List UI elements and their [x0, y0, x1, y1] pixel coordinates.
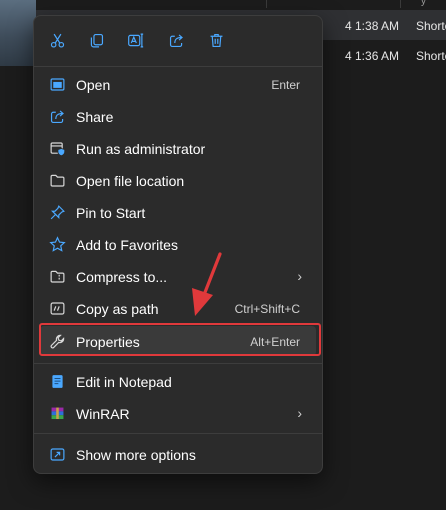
copy-button[interactable] — [82, 26, 110, 54]
menu-item-edit-in-notepad[interactable]: Edit in Notepad — [40, 366, 316, 396]
open-window-icon — [48, 75, 66, 93]
menu-separator — [34, 363, 322, 364]
file-date: 4 1:36 AM — [345, 49, 400, 63]
column-divider — [266, 0, 267, 8]
chevron-right-icon: › — [297, 405, 302, 421]
column-header-fragment: y — [421, 0, 426, 7]
annotation-arrow-icon — [192, 252, 222, 316]
context-menu-toolbar — [34, 16, 322, 66]
menu-item-label: Share — [76, 109, 114, 125]
file-thumbnail — [0, 0, 36, 66]
file-type: Shorte — [416, 49, 446, 63]
annotation-highlight-box — [39, 323, 321, 356]
chevron-right-icon: › — [297, 268, 302, 284]
copy-path-icon — [48, 299, 66, 317]
menu-item-share[interactable]: Share — [40, 101, 316, 131]
menu-item-label: WinRAR — [76, 406, 130, 422]
winrar-icon — [48, 404, 66, 422]
share-icon — [48, 107, 66, 125]
menu-separator — [34, 66, 322, 67]
menu-item-label: Edit in Notepad — [76, 374, 172, 390]
share-icon — [169, 34, 183, 47]
menu-item-shortcut: Enter — [271, 78, 300, 92]
trash-icon — [210, 33, 222, 47]
delete-button[interactable] — [202, 26, 230, 54]
menu-item-compress-to[interactable]: Compress to... › — [40, 261, 316, 291]
menu-item-run-as-administrator[interactable]: Run as administrator — [40, 133, 316, 163]
menu-item-copy-as-path[interactable]: Copy as path Ctrl+Shift+C — [40, 293, 316, 323]
pin-icon — [48, 203, 66, 221]
menu-separator — [34, 433, 322, 434]
zip-folder-icon — [48, 267, 66, 285]
file-date: 4 1:38 AM — [345, 19, 400, 33]
column-divider — [400, 0, 401, 8]
more-options-icon — [48, 445, 66, 463]
menu-item-show-more-options[interactable]: Show more options — [40, 439, 316, 469]
menu-item-open[interactable]: Open Enter — [40, 69, 316, 99]
menu-item-label: Copy as path — [76, 301, 159, 317]
menu-item-open-file-location[interactable]: Open file location — [40, 165, 316, 195]
rename-button[interactable] — [121, 26, 149, 54]
menu-item-label: Add to Favorites — [76, 237, 178, 253]
file-type: Shorte — [416, 19, 446, 33]
star-icon — [48, 235, 66, 253]
menu-item-label: Open — [76, 77, 111, 93]
menu-item-shortcut: Ctrl+Shift+C — [234, 302, 300, 316]
menu-item-label: Show more options — [76, 447, 196, 463]
context-menu: Open Enter Share Run as administrator Op… — [33, 15, 323, 474]
folder-icon — [48, 171, 66, 189]
share-button[interactable] — [162, 26, 190, 54]
menu-item-label: Open file location — [76, 173, 185, 189]
copy-icon — [90, 33, 103, 47]
menu-item-winrar[interactable]: WinRAR › — [40, 398, 316, 428]
menu-item-pin-to-start[interactable]: Pin to Start — [40, 197, 316, 227]
rename-icon — [127, 33, 143, 47]
menu-item-label: Pin to Start — [76, 205, 146, 221]
shield-icon — [48, 139, 66, 157]
menu-item-add-to-favorites[interactable]: Add to Favorites — [40, 229, 316, 259]
menu-item-label: Run as administrator — [76, 141, 206, 157]
cut-button[interactable] — [43, 26, 71, 54]
scissors-icon — [50, 33, 64, 48]
notepad-icon — [48, 372, 66, 390]
menu-item-label: Compress to... — [76, 269, 168, 285]
